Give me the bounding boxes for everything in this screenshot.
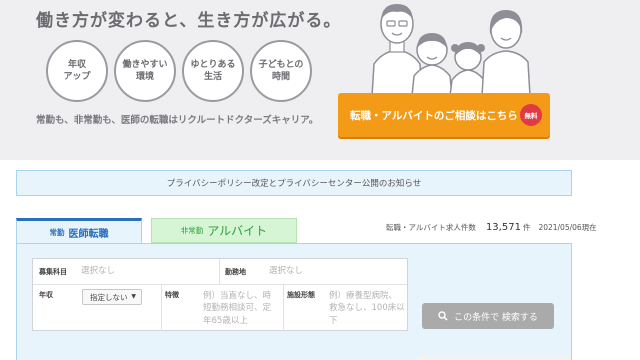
job-count-stats: 転職・アルバイト求人件数 13,571 件 2021/05/06現在 [386, 222, 597, 233]
feature-selector[interactable]: 例）当直なし、時短勤務相談可、定年65歳以上 [203, 290, 279, 327]
form-divider-vertical [283, 285, 284, 331]
caret-down-icon: ▼ [131, 293, 136, 300]
location-selector[interactable]: 選択なし [269, 265, 303, 277]
hero-banner: 働き方が変わると、生き方が広がる。 年収 アップ 働きやすい 環境 ゆとりある … [0, 0, 640, 160]
specialty-label: 募集科目 [39, 268, 67, 276]
benefit-circle-family-time: 子どもとの 時間 [250, 40, 312, 102]
salary-select-value: 指定しない [90, 292, 128, 302]
tab-parttime-small: 非常勤 [180, 226, 204, 235]
free-badge: 無料 [520, 104, 542, 126]
salary-label: 年収 [39, 291, 53, 299]
hero-tagline: 働き方が変わると、生き方が広がる。 [36, 11, 342, 31]
benefit-circle-environment: 働きやすい 環境 [114, 40, 176, 102]
tab-parttime-label: アルバイト [207, 224, 268, 238]
benefit-circle-lifestyle: ゆとりある 生活 [182, 40, 244, 102]
feature-label: 特徴 [165, 291, 179, 299]
tab-fulltime-label: 医師転職 [68, 229, 109, 240]
search-button[interactable]: この条件で 検索する [422, 303, 554, 329]
hero-subline: 常勤も、非常勤も、医師の転職はリクルートドクターズキャリア。 [36, 115, 319, 126]
job-count-date: 2021/05/06現在 [538, 223, 597, 232]
form-divider-vertical [161, 285, 162, 331]
consultation-cta-button[interactable]: 転職・アルバイトのご相談はこちら 無料 [338, 93, 550, 137]
benefit-circle-income: 年収 アップ [46, 40, 108, 102]
section-divider [418, 355, 570, 360]
facility-label: 施設形態 [287, 291, 315, 299]
search-button-label: この条件で 検索する [454, 312, 538, 323]
tab-fulltime-small: 常勤 [49, 228, 65, 237]
tab-parttime[interactable]: 非常勤 アルバイト [151, 218, 297, 243]
job-count-unit: 件 [522, 223, 531, 232]
tab-fulltime-transfer[interactable]: 常勤 医師転職 [16, 218, 142, 244]
privacy-notice-link[interactable]: プライバシーポリシー改定とプライバシーセンター公開のお知らせ [16, 170, 572, 196]
form-divider-horizontal [33, 284, 407, 285]
cta-label: 転職・アルバイトのご相談はこちら [350, 109, 518, 122]
job-count-value: 13,571 [485, 222, 521, 233]
location-label: 勤務地 [225, 268, 246, 276]
form-divider-vertical [219, 259, 220, 284]
specialty-selector[interactable]: 選択なし [81, 265, 115, 277]
salary-select[interactable]: 指定しない ▼ [82, 289, 142, 305]
job-count-label: 転職・アルバイト求人件数 [386, 223, 476, 232]
facility-selector[interactable]: 例）療養型病院、救急なし、100床以下 [329, 290, 405, 327]
family-illustration [371, 4, 531, 96]
search-icon [438, 311, 448, 321]
